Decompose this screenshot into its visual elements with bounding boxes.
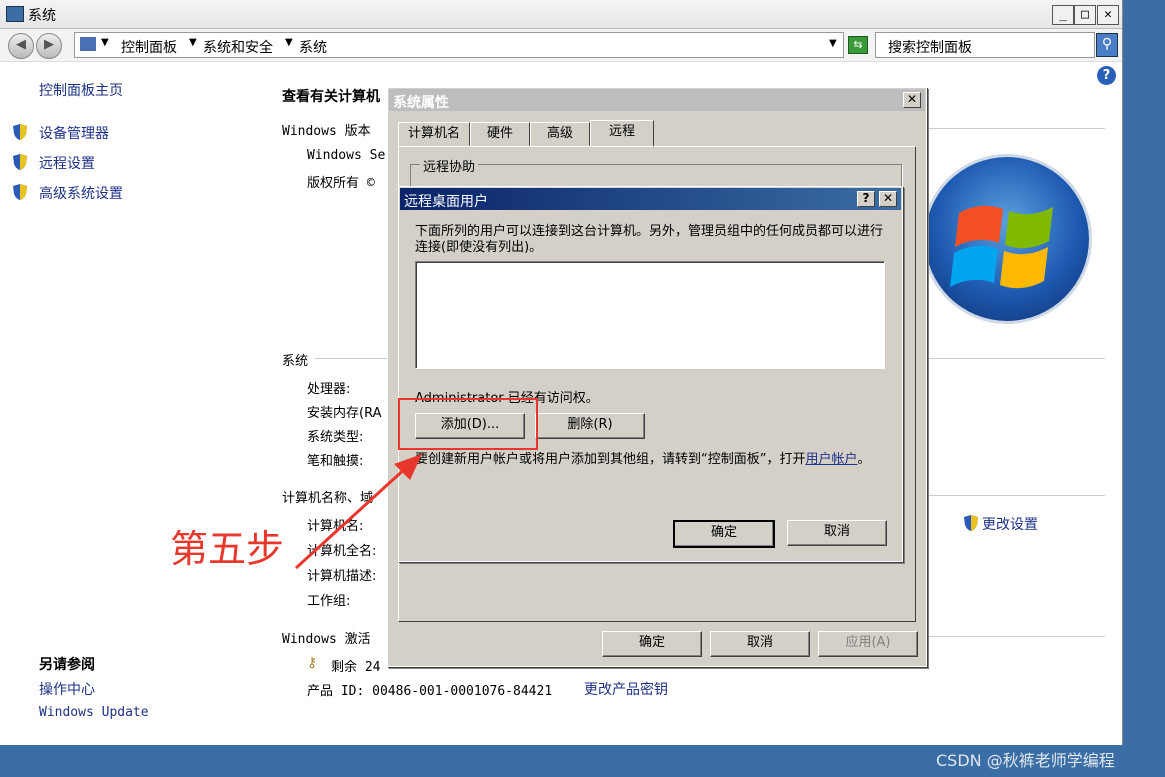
address-bar[interactable]: ▼ 控制面板 ▼ 系统和安全 ▼ 系统 ▼ (74, 32, 844, 58)
user-accounts-link[interactable]: 用户帐户 (805, 452, 857, 467)
group-label: 远程协助 (420, 156, 479, 175)
chevron-down-icon[interactable]: ▼ (285, 37, 293, 48)
system-section-label: 系统 (282, 354, 309, 369)
dropdown-arrow-icon[interactable]: ▼ (829, 38, 837, 49)
cancel-button[interactable]: 取消 (710, 631, 810, 657)
chevron-down-icon[interactable]: ▼ (189, 37, 197, 48)
search-icon[interactable]: ⚲ (1096, 33, 1118, 57)
tab-computer-name[interactable]: 计算机名 (398, 122, 470, 146)
product-id: 产品 ID: 00486-001-0001076-84421 (307, 684, 553, 699)
remote-desktop-users-dialog: 远程桌面用户 ? ✕ 下面所列的用户可以连接到这台计算机。另外，管理员组中的任何… (398, 186, 903, 562)
see-also-action-center[interactable]: 操作中心 (39, 679, 95, 699)
apply-button[interactable]: 应用(A) (818, 631, 918, 657)
forward-button[interactable]: ▶ (36, 33, 62, 59)
cancel-button[interactable]: 取消 (787, 520, 887, 546)
annotation-arrow (294, 454, 422, 570)
note-text: 要创建新用户帐户或将用户添加到其他组，请转到“控制面板”，打开用户帐户。 (415, 452, 891, 468)
ok-button[interactable]: 确定 (602, 631, 702, 657)
computer-icon (6, 6, 24, 22)
note-end: 。 (857, 452, 871, 467)
description-text: 下面所列的用户可以连接到这台计算机。另外，管理员组中的任何成员都可以进行连接(即… (415, 224, 884, 255)
activation-remaining: 剩余 24 (331, 660, 381, 675)
search-input[interactable]: 搜索控制面板 (875, 32, 1095, 58)
chevron-down-icon[interactable]: ▼ (101, 37, 109, 48)
see-also-title: 另请参阅 (39, 657, 95, 673)
divider (925, 495, 1105, 496)
window-title: 系统 (28, 8, 56, 24)
shield-icon (13, 154, 27, 170)
dialog-title: 远程桌面用户 (404, 194, 488, 210)
divider (925, 358, 1105, 359)
refresh-icon[interactable]: ⇆ (848, 36, 868, 54)
ram-label: 安装内存(RA (307, 406, 382, 421)
remove-button[interactable]: 删除(R) (535, 413, 645, 439)
page-title: 查看有关计算机 (282, 89, 380, 105)
tab-strip: 计算机名 硬件 高级 远程 (398, 120, 918, 148)
change-product-key-link[interactable]: 更改产品密钥 (584, 679, 668, 699)
sidebar-item-label[interactable]: 远程设置 (39, 153, 95, 173)
processor-label: 处理器: (307, 382, 351, 397)
divider (315, 358, 387, 359)
users-list[interactable] (415, 261, 885, 369)
windows-flag-icon (950, 205, 1053, 289)
change-settings-label[interactable]: 更改设置 (982, 514, 1038, 534)
note-body: 要创建新用户帐户或将用户添加到其他组，请转到“控制面板”，打开 (415, 452, 806, 467)
breadcrumb-system-security[interactable]: 系统和安全 (203, 37, 273, 57)
dialog-title-bar: 远程桌面用户 ? ✕ (400, 188, 901, 210)
tab-hardware[interactable]: 硬件 (470, 122, 530, 146)
control-panel-icon (80, 37, 96, 51)
shield-icon (13, 124, 27, 140)
help-icon[interactable]: ? (1097, 66, 1116, 85)
close-button[interactable]: ✕ (879, 191, 897, 207)
sidebar-item-remote-settings[interactable]: 远程设置 (12, 153, 95, 175)
see-also-windows-update[interactable]: Windows Update (39, 705, 149, 720)
dialog-title: 系统属性 (393, 95, 449, 111)
workgroup-label: 工作组: (307, 594, 351, 609)
search-placeholder: 搜索控制面板 (888, 40, 972, 56)
sidebar-item-device-manager[interactable]: 设备管理器 (12, 123, 109, 145)
divider (925, 128, 1105, 129)
help-button[interactable]: ? (857, 191, 875, 207)
breadcrumb-system[interactable]: 系统 (299, 37, 327, 57)
title-bar: 系统 _ □ ✕ (0, 0, 1122, 29)
address-bar-row: ◀ ▶ ▼ 控制面板 ▼ 系统和安全 ▼ 系统 ▼ ⇆ 搜索控制面板 ⚲ (0, 29, 1122, 62)
shield-icon (964, 515, 978, 531)
tab-advanced[interactable]: 高级 (530, 122, 590, 146)
copyright-text: 版权所有 © (307, 176, 375, 191)
sidebar-item-label[interactable]: 设备管理器 (39, 123, 109, 143)
maximize-button[interactable]: □ (1074, 5, 1096, 25)
sidebar-home-link[interactable]: 控制面板主页 (39, 80, 123, 100)
windows-edition-label: Windows 版本 (282, 124, 371, 139)
tab-remote[interactable]: 远程 (590, 120, 654, 148)
back-button[interactable]: ◀ (8, 33, 34, 59)
close-button[interactable]: ✕ (1097, 5, 1119, 25)
step-annotation: 第五步 (170, 527, 285, 571)
key-icon: ⚷ (307, 655, 318, 671)
activation-label: Windows 激活 (282, 632, 371, 647)
minimize-button[interactable]: _ (1052, 5, 1074, 25)
ok-button[interactable]: 确定 (673, 520, 775, 548)
watermark: CSDN @秋裤老师学编程 (936, 751, 1115, 770)
dialog-title-bar: 系统属性 ✕ (389, 89, 925, 111)
windows-edition-value: Windows Se (307, 148, 386, 163)
close-button[interactable]: ✕ (903, 92, 921, 108)
change-settings-link[interactable]: 更改设置 (963, 514, 1038, 536)
sidebar-item-advanced-settings[interactable]: 高级系统设置 (12, 183, 123, 205)
divider (925, 636, 1105, 637)
sidebar-item-label[interactable]: 高级系统设置 (39, 183, 123, 203)
shield-icon (13, 184, 27, 200)
windows-logo (925, 157, 1089, 321)
breadcrumb-control-panel[interactable]: 控制面板 (121, 37, 177, 57)
